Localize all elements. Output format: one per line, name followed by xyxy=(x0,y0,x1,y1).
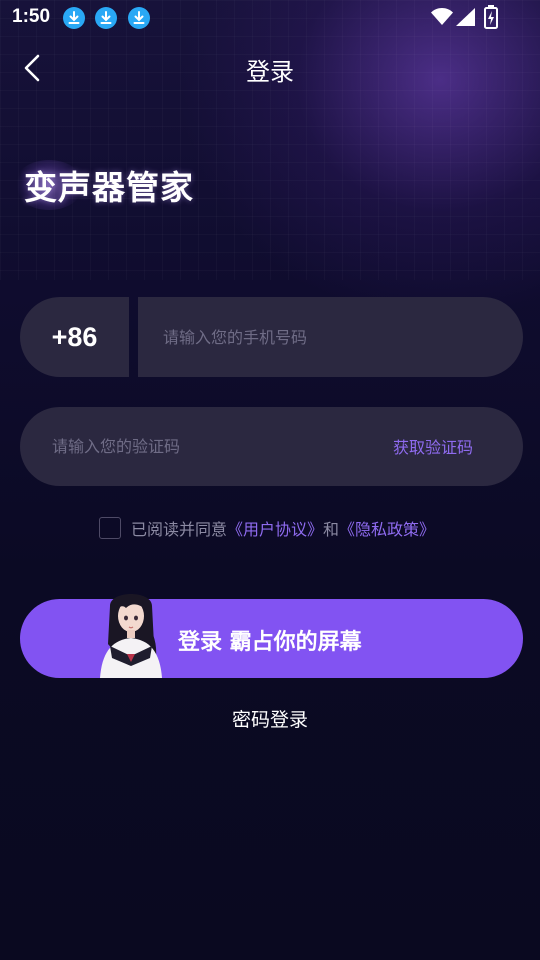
mascot-girl-image xyxy=(96,586,166,678)
user-agreement-link[interactable]: 《用户协议》 xyxy=(227,516,323,540)
login-button-label: 登录 霸占你的屏幕 xyxy=(178,630,362,655)
agreement-checkbox[interactable] xyxy=(99,517,121,539)
download-icon xyxy=(128,7,150,29)
download-icon xyxy=(95,7,117,29)
password-login-link[interactable]: 密码登录 xyxy=(0,705,540,732)
phone-row: +86 xyxy=(20,297,523,377)
phone-field[interactable] xyxy=(138,297,523,377)
get-code-button[interactable]: 获取验证码 xyxy=(393,434,473,458)
agreement-prefix: 已阅读并同意 xyxy=(131,520,228,539)
battery-charging-icon xyxy=(484,5,498,29)
page-title: 登录 xyxy=(246,58,294,86)
verification-code-input[interactable] xyxy=(52,407,352,486)
download-icon xyxy=(63,7,85,29)
phone-input[interactable] xyxy=(163,297,493,377)
status-bar: 1:50 xyxy=(0,0,540,36)
privacy-policy-link[interactable]: 《隐私政策》 xyxy=(339,516,435,540)
country-code-selector[interactable]: +86 xyxy=(20,297,129,377)
background-grid xyxy=(0,0,540,280)
verification-code-field[interactable]: 获取验证码 xyxy=(20,407,523,486)
status-time: 1:50 xyxy=(12,6,51,27)
brand-title: 变声器管家 xyxy=(24,168,194,207)
signal-icon xyxy=(456,8,475,26)
wifi-icon xyxy=(431,8,453,25)
agreement-row: 已阅读并同意 《用户协议》 和 《隐私政策》 xyxy=(99,516,435,540)
agreement-conjunction: 和 xyxy=(323,520,340,539)
